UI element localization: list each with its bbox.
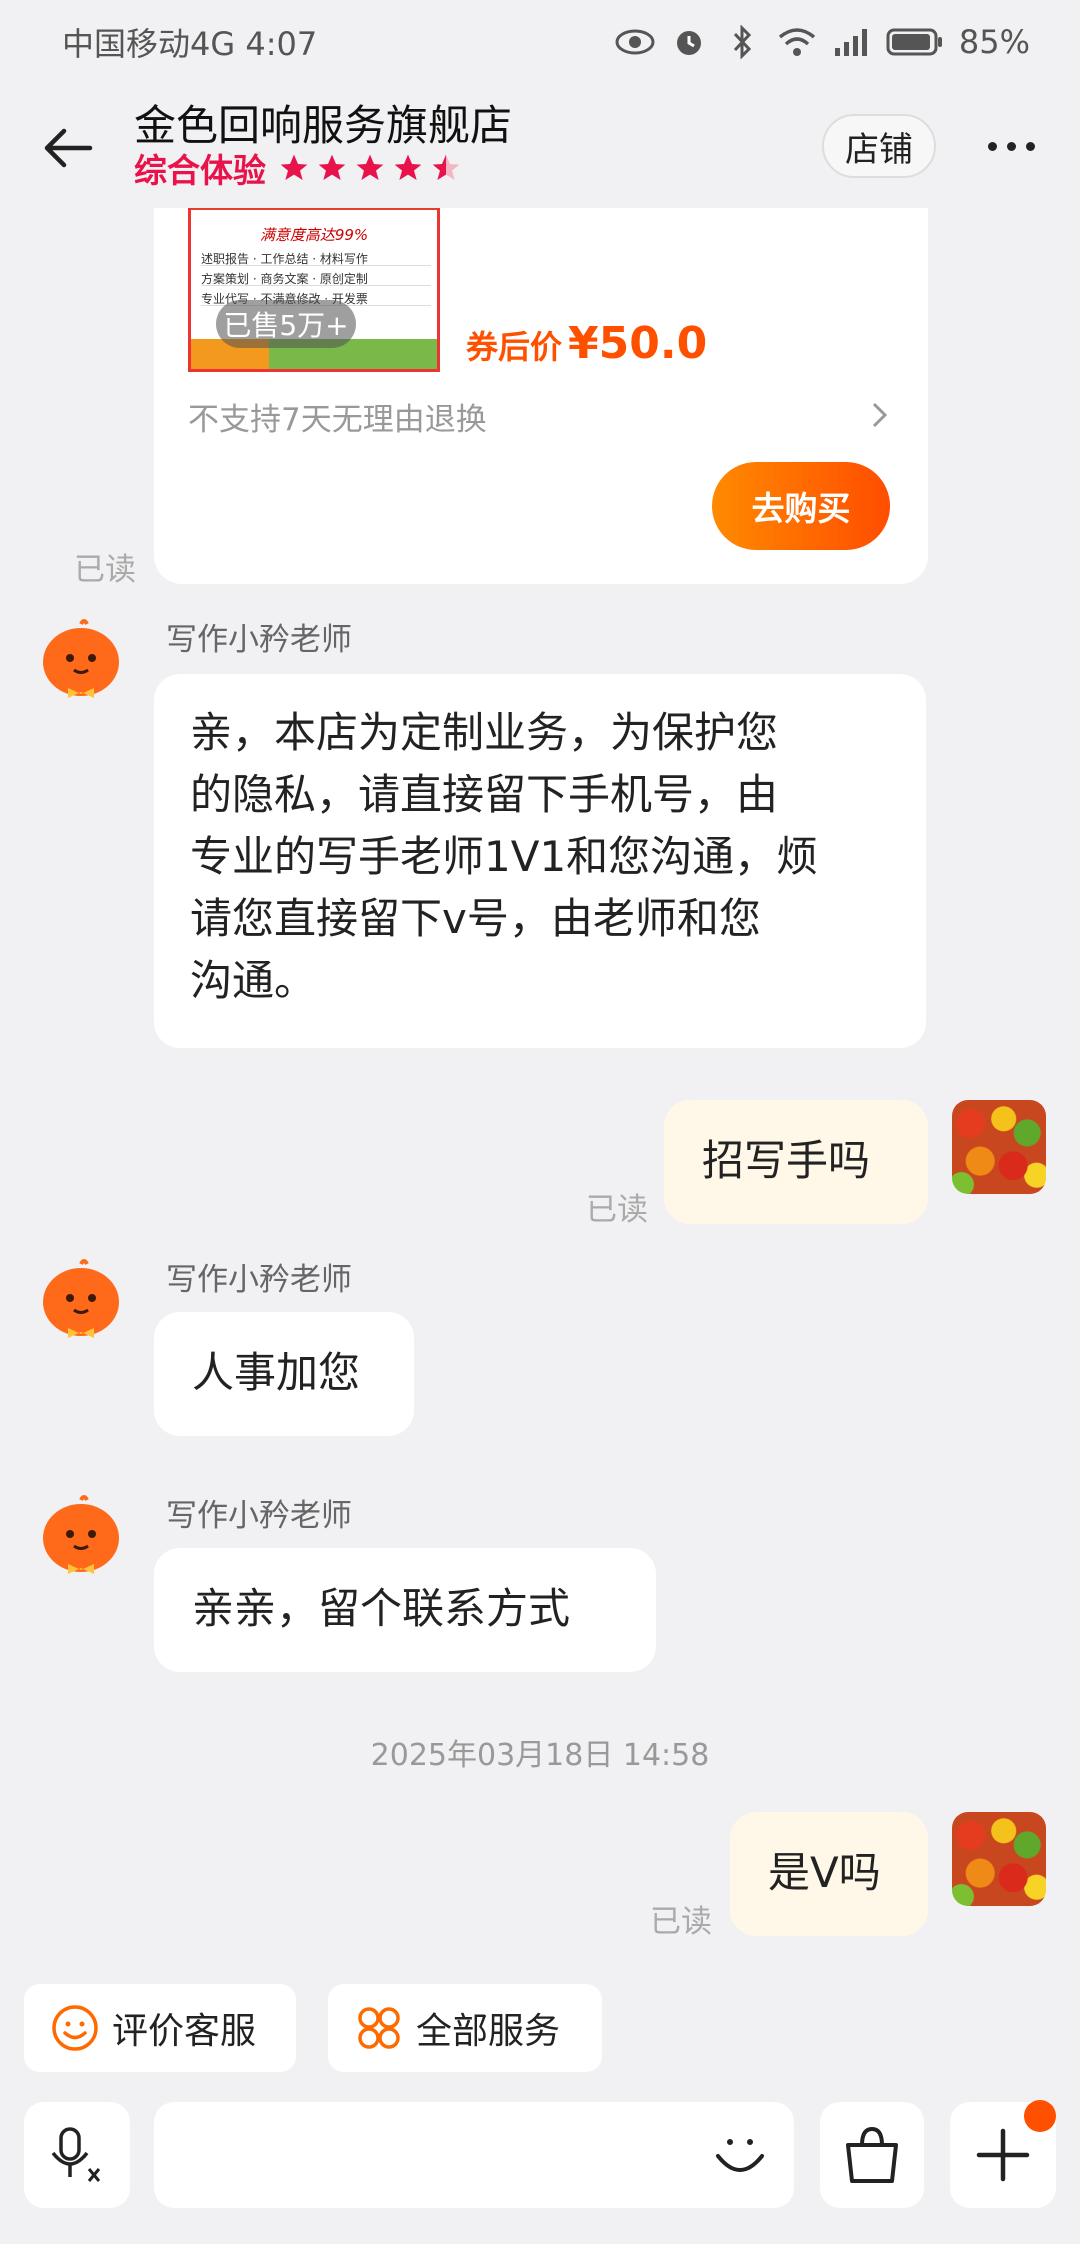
chat-header: 金色回响服务旗舰店 综合体验 店铺 [0, 84, 1080, 208]
message-line: 专业的写手老师1V1和您沟通，烦 [190, 832, 819, 881]
microphone-translate-icon [51, 2127, 101, 2182]
thumbnail-subtitle: 满意度高达99% [259, 226, 369, 244]
chat-timestamp: 2025年03月18日 14:58 [370, 1738, 710, 1773]
message-line: 请您直接留下v号，由老师和您 [190, 894, 761, 943]
half-star-icon [432, 154, 460, 180]
user-avatar[interactable] [952, 1812, 1046, 1906]
message-input[interactable] [154, 2102, 794, 2208]
smile-icon [52, 2005, 98, 2051]
shopping-bag-button[interactable] [820, 2102, 924, 2208]
eye-icon [615, 22, 655, 62]
shopping-bag-icon [846, 2126, 898, 2183]
message-line: 沟通。 [190, 956, 317, 1005]
message-bubble: 亲，本店为定制业务，为保护您 的隐私，请直接留下手机号，由 专业的写手老师1V1… [154, 674, 926, 1048]
star-icon [356, 154, 384, 180]
store-button[interactable]: 店铺 [822, 114, 936, 178]
sender-name: 写作小矜老师 [166, 1498, 352, 1534]
user-avatar[interactable] [952, 1100, 1046, 1194]
battery-icon [885, 22, 945, 62]
all-services-label: 全部服务 [416, 2011, 561, 2052]
emoji-button[interactable] [700, 2114, 780, 2194]
read-status: 已读 [74, 552, 136, 588]
rating-label: 综合体验 [134, 151, 266, 190]
bot-avatar[interactable] [40, 618, 122, 708]
notification-dot [1024, 2100, 1056, 2132]
chevron-right-icon[interactable] [864, 400, 894, 430]
status-icons: 85% [615, 22, 1030, 62]
sender-name: 写作小矜老师 [166, 622, 352, 658]
star-icon [394, 154, 422, 180]
sender-name: 写作小矜老师 [166, 1262, 352, 1298]
read-status: 已读 [586, 1192, 648, 1228]
thumbnail-item: 方案策划 · 商务文案 · 原创定制 [201, 270, 431, 286]
battery-percent: 85% [958, 23, 1030, 61]
product-card[interactable]: 满意度高达99% 述职报告 · 工作总结 · 材料写作 方案策划 · 商务文案 … [154, 150, 928, 584]
more-dots-icon[interactable] [988, 134, 1044, 158]
wifi-icon [777, 22, 817, 62]
star-icon [280, 154, 308, 180]
read-status: 已读 [650, 1904, 712, 1940]
message-bubble-self: 是V吗 [730, 1812, 928, 1936]
rate-service-label: 评价客服 [112, 2011, 257, 2052]
price-value: ¥50.0 [568, 318, 708, 369]
bot-avatar[interactable] [40, 1494, 122, 1584]
back-arrow-icon[interactable] [40, 120, 96, 176]
sold-badge: 已售5万+ [216, 300, 356, 348]
bot-avatar[interactable] [40, 1258, 122, 1348]
carrier-time: 中国移动4G 4:07 [62, 25, 318, 63]
plus-icon [976, 2128, 1030, 2182]
input-bar [0, 2080, 1080, 2244]
price-row: 券后价 ¥50.0 [466, 318, 707, 369]
rating-row: 综合体验 [134, 144, 462, 192]
all-services-button[interactable]: 全部服务 [328, 1984, 602, 2072]
services-grid-icon [358, 2007, 400, 2049]
smile-icon [716, 2139, 764, 2172]
bluetooth-icon [723, 22, 763, 62]
message-bubble: 人事加您 [154, 1312, 414, 1436]
thumbnail-item: 述职报告 · 工作总结 · 材料写作 [201, 250, 431, 266]
return-policy[interactable]: 不支持7天无理由退换 [188, 394, 487, 439]
alarm-icon [669, 22, 709, 62]
signal-icon [831, 22, 871, 62]
rate-service-button[interactable]: 评价客服 [24, 1984, 296, 2072]
status-bar: 中国移动4G 4:07 85% [0, 0, 1080, 84]
buy-button[interactable]: 去购买 [712, 462, 890, 550]
star-icon [318, 154, 346, 180]
price-label: 券后价 [466, 328, 563, 366]
message-line: 亲，本店为定制业务，为保护您 [190, 708, 779, 757]
message-bubble: 亲亲，留个联系方式 [154, 1548, 656, 1672]
message-bubble-self: 招写手吗 [664, 1100, 928, 1224]
voice-input-button[interactable] [24, 2102, 130, 2208]
message-line: 的隐私，请直接留下手机号，由 [190, 770, 779, 819]
